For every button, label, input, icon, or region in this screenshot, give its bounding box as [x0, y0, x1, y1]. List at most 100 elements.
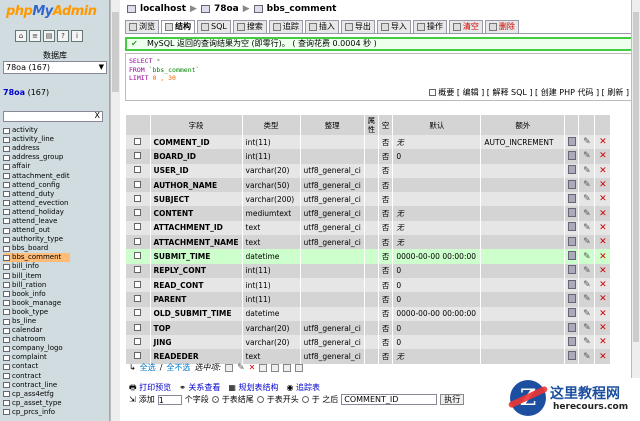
- home-icon[interactable]: ⌂: [15, 30, 27, 42]
- sidebar-table-item[interactable]: affair: [3, 162, 70, 171]
- browse-distinct-icon[interactable]: [567, 222, 576, 232]
- sidebar-table-item[interactable]: bbs_board: [3, 244, 70, 253]
- sidebar-table-item[interactable]: book_type: [3, 308, 70, 317]
- row-checkbox[interactable]: [134, 352, 142, 360]
- tab-7[interactable]: 导入: [376, 20, 411, 33]
- edit-icon[interactable]: ✎: [583, 209, 591, 219]
- primary-selected-icon[interactable]: [259, 363, 268, 372]
- sidebar-table-item[interactable]: cp_prcs_info: [3, 408, 70, 417]
- browse-distinct-icon[interactable]: [567, 165, 576, 175]
- table-icon[interactable]: [3, 173, 10, 180]
- table-row[interactable]: OLD_SUBMIT_TIME datetime 否 0000-00-00 00:00…: [126, 306, 612, 321]
- row-checkbox[interactable]: [134, 280, 142, 288]
- sidebar-table-item[interactable]: activity_line: [3, 135, 70, 144]
- table-icon[interactable]: [3, 273, 10, 280]
- drop-icon[interactable]: ✕: [599, 209, 607, 219]
- profiling-checkbox[interactable]: [429, 89, 437, 96]
- navigation-scrollbar[interactable]: [110, 0, 120, 421]
- row-checkbox[interactable]: [134, 180, 142, 188]
- sidebar-table-item[interactable]: bill_item: [3, 272, 70, 281]
- table-icon[interactable]: [3, 227, 10, 234]
- tab-4[interactable]: 追踪: [268, 20, 303, 33]
- sidebar-table-item[interactable]: contract_line: [3, 381, 70, 390]
- sidebar-table-item[interactable]: bs_line: [3, 317, 70, 326]
- drop-icon[interactable]: ✕: [599, 180, 607, 190]
- clear-filter-icon[interactable]: X: [95, 111, 100, 120]
- table-row[interactable]: JING varchar(20) utf8_general_ci 否 0 ✎ ✕: [126, 335, 612, 350]
- table-row[interactable]: ATTACHMENT_NAME text utf8_general_ci 否无 ✎ ✕: [126, 235, 612, 250]
- drop-icon[interactable]: ✕: [599, 280, 607, 290]
- uncheck-all-link[interactable]: 全不选: [166, 362, 190, 373]
- table-row[interactable]: SUBJECT varchar(200) utf8_general_ci 否 ✎ ✕: [126, 192, 612, 207]
- browse-distinct-icon[interactable]: [567, 150, 576, 160]
- sidebar-table-item[interactable]: attend_holiday: [3, 208, 70, 217]
- table-filter-input[interactable]: X: [3, 111, 103, 122]
- table-icon[interactable]: [3, 127, 10, 134]
- sidebar-table-item[interactable]: calendar: [3, 326, 70, 335]
- database-select[interactable]: 78oa (167) ▼: [3, 61, 107, 74]
- fulltext-selected-icon[interactable]: [295, 363, 304, 372]
- table-row[interactable]: CONTENT mediumtext utf8_general_ci 否无 ✎ ✕: [126, 206, 612, 221]
- sidebar-table-item[interactable]: contact: [3, 362, 70, 371]
- drop-icon[interactable]: ✕: [599, 337, 607, 347]
- browse-distinct-icon[interactable]: [567, 251, 576, 261]
- phpmyadmin-logo[interactable]: phpMyAdmin: [6, 4, 97, 19]
- sidebar-table-item[interactable]: bbs_comment: [3, 253, 70, 263]
- tab-2[interactable]: SQL: [197, 20, 231, 33]
- sidebar-table-item[interactable]: complaint: [3, 353, 70, 362]
- table-icon[interactable]: [3, 200, 10, 207]
- browse-distinct-icon[interactable]: [567, 236, 576, 246]
- table-icon[interactable]: [3, 318, 10, 325]
- table-icon[interactable]: [3, 382, 10, 389]
- edit-icon[interactable]: ✎: [583, 237, 591, 247]
- table-icon[interactable]: [3, 245, 10, 252]
- tab-10[interactable]: 删除: [484, 20, 519, 33]
- sidebar-table-item[interactable]: contract: [3, 372, 70, 381]
- sql-query-icon[interactable]: ≡: [29, 30, 41, 42]
- table-icon[interactable]: [3, 182, 10, 189]
- table-row[interactable]: COMMENT_ID int(11) 否无 AUTO_INCREMENT ✎ ✕: [126, 135, 612, 150]
- browse-selected-icon[interactable]: [225, 363, 234, 372]
- drop-icon[interactable]: ✕: [599, 252, 607, 262]
- browse-distinct-icon[interactable]: [567, 293, 576, 303]
- table-icon[interactable]: [3, 145, 10, 152]
- drop-icon[interactable]: ✕: [599, 137, 607, 147]
- table-icon[interactable]: [3, 209, 10, 216]
- sidebar-table-item[interactable]: attend_duty: [3, 190, 70, 199]
- unique-selected-icon[interactable]: [271, 363, 280, 372]
- edit-icon[interactable]: ✎: [583, 180, 591, 190]
- table-row[interactable]: PARENT int(11) 否 0 ✎ ✕: [126, 292, 612, 307]
- help-icon[interactable]: i: [71, 30, 83, 42]
- table-icon[interactable]: [3, 136, 10, 143]
- drop-icon[interactable]: ✕: [599, 294, 607, 304]
- sidebar-table-item[interactable]: attend_evection: [3, 199, 70, 208]
- sidebar-table-item[interactable]: cp_ass4etfg: [3, 390, 70, 399]
- tab-8[interactable]: 操作: [412, 20, 447, 33]
- table-icon[interactable]: [3, 263, 10, 270]
- row-checkbox[interactable]: [134, 266, 142, 274]
- table-icon[interactable]: [3, 154, 10, 161]
- add-field-count-input[interactable]: 1: [157, 394, 182, 405]
- table-icon[interactable]: [3, 300, 10, 307]
- row-checkbox[interactable]: [134, 209, 142, 217]
- browse-distinct-icon[interactable]: [567, 336, 576, 346]
- tab-0[interactable]: 浏览: [125, 20, 159, 33]
- sidebar-table-item[interactable]: book_manage: [3, 299, 70, 308]
- query-window-icon[interactable]: ▤: [43, 30, 55, 42]
- drop-icon[interactable]: ✕: [599, 223, 607, 233]
- sidebar-table-item[interactable]: activity: [3, 126, 70, 135]
- browse-distinct-icon[interactable]: [567, 351, 576, 361]
- edit-icon[interactable]: ✎: [583, 337, 591, 347]
- table-icon[interactable]: [3, 218, 10, 225]
- table-row[interactable]: SUBMIT_TIME datetime 否 0000-00-00 00:00:00 ✎…: [126, 249, 612, 264]
- row-checkbox[interactable]: [134, 151, 142, 159]
- browse-distinct-icon[interactable]: [567, 279, 576, 289]
- edit-selected-icon[interactable]: ✎: [237, 363, 245, 373]
- sidebar-table-item[interactable]: cp_asset_type: [3, 399, 70, 408]
- edit-icon[interactable]: ✎: [583, 223, 591, 233]
- browse-distinct-icon[interactable]: [567, 322, 576, 332]
- row-checkbox[interactable]: [134, 237, 142, 245]
- row-checkbox[interactable]: [134, 166, 142, 174]
- sidebar-table-item[interactable]: attachment_edit: [3, 171, 70, 180]
- row-checkbox[interactable]: [134, 294, 142, 302]
